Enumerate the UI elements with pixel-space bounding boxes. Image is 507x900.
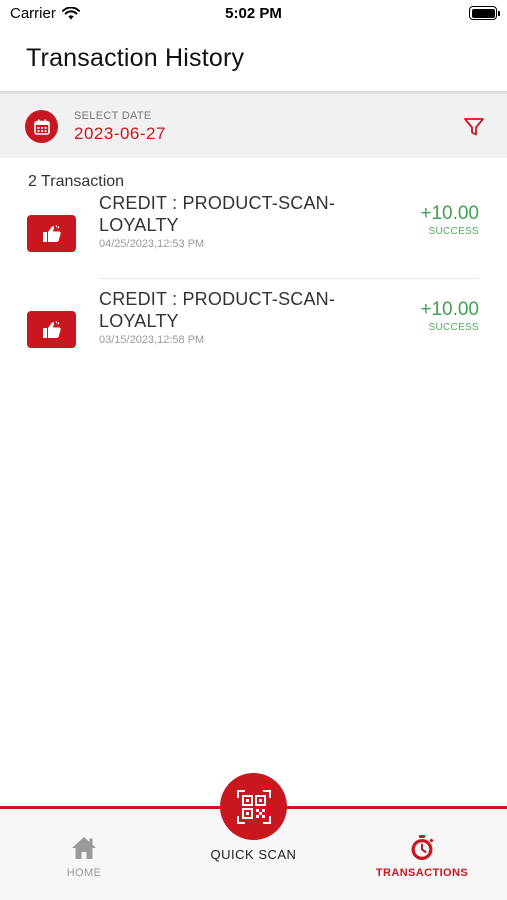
- thumbs-up-icon: [27, 215, 76, 252]
- battery-icon: [469, 6, 500, 20]
- transaction-datetime: 03/15/2023,12:58 PM: [99, 334, 205, 346]
- qr-code-icon[interactable]: [236, 789, 272, 825]
- date-caption: SELECT DATE: [74, 110, 152, 122]
- transaction-datetime: 04/25/2023,12:53 PM: [99, 238, 205, 250]
- transaction-status: SUCCESS: [428, 226, 479, 237]
- transaction-item[interactable]: CREDIT : PRODUCT-SCAN-LOYALTY 04/25/2023…: [0, 183, 507, 279]
- date-selector[interactable]: SELECT DATE 2023-06-27: [0, 92, 507, 158]
- filter-button[interactable]: [461, 114, 487, 140]
- page-title: Transaction History: [26, 44, 245, 72]
- stopwatch-icon[interactable]: [409, 835, 435, 861]
- transaction-amount: +10.00: [420, 299, 479, 320]
- thumbs-up-icon: [27, 311, 76, 348]
- quick-scan-button[interactable]: [220, 773, 287, 840]
- filter-icon[interactable]: [463, 116, 485, 138]
- transaction-title: CREDIT : PRODUCT-SCAN-LOYALTY: [99, 193, 336, 235]
- transaction-amount: +10.00: [420, 203, 479, 224]
- tab-home-label: HOME: [66, 867, 102, 879]
- transaction-status: SUCCESS: [428, 322, 479, 333]
- transaction-item[interactable]: CREDIT : PRODUCT-SCAN-LOYALTY 03/15/2023…: [0, 279, 507, 375]
- tab-transactions-label: TRANSACTIONS: [375, 867, 469, 879]
- transaction-title: CREDIT : PRODUCT-SCAN-LOYALTY: [99, 289, 336, 331]
- home-icon[interactable]: [70, 835, 98, 861]
- tab-home[interactable]: HOME: [44, 809, 124, 900]
- tab-transactions[interactable]: TRANSACTIONS: [362, 809, 482, 900]
- header: Transaction History: [0, 30, 507, 92]
- calendar-icon[interactable]: [25, 110, 58, 143]
- status-bar: Carrier 5:02 PM: [0, 0, 507, 30]
- selected-date[interactable]: 2023-06-27: [74, 124, 166, 144]
- quick-scan-label[interactable]: QUICK SCAN: [193, 847, 314, 862]
- clock: 5:02 PM: [225, 5, 282, 22]
